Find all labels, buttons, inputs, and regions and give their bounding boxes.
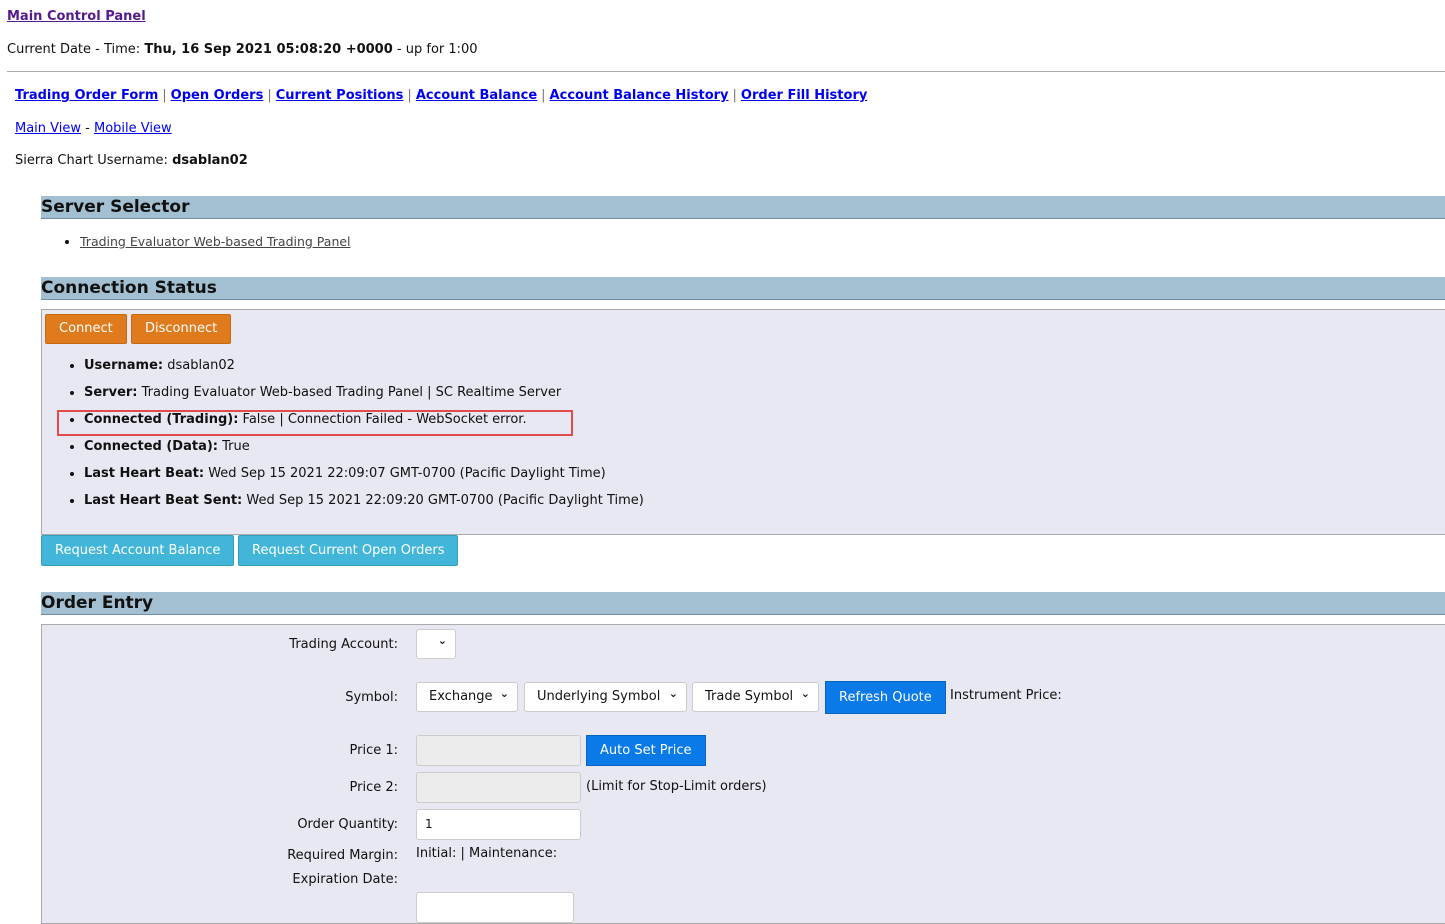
- value: Wed Sep 15 2021 22:09:20 GMT-0700 (Pacif…: [246, 493, 644, 508]
- nav-links: Trading Order Form | Open Orders | Current P…: [15, 88, 867, 103]
- username-value: dsablan02: [172, 153, 248, 168]
- info-last-heartbeat-sent: Last Heart Beat Sent: Wed Sep 15 2021 22…: [84, 493, 644, 520]
- server-selector-heading: Server Selector: [41, 196, 1445, 219]
- server-item: Trading Evaluator Web-based Trading Pane…: [80, 234, 351, 249]
- chevron-down-icon: ⌄: [668, 687, 678, 700]
- exchange-value: Exchange: [429, 689, 493, 704]
- order-entry-heading: Order Entry: [41, 592, 1445, 615]
- trade-symbol-value: Trade Symbol: [705, 689, 794, 704]
- order-quantity-input[interactable]: 1: [416, 809, 581, 840]
- refresh-quote-button[interactable]: Refresh Quote: [825, 681, 946, 714]
- symbol-label: Symbol:: [345, 690, 398, 705]
- margin-value: Initial: | Maintenance:: [416, 846, 558, 861]
- chevron-down-icon: ⌄: [499, 687, 509, 700]
- info-last-heartbeat: Last Heart Beat: Wed Sep 15 2021 22:09:0…: [84, 466, 644, 493]
- view-links: Main View - Mobile View: [15, 121, 172, 136]
- request-open-orders-button[interactable]: Request Current Open Orders: [238, 535, 459, 566]
- trading-account-label: Trading Account:: [289, 637, 398, 652]
- label: Username:: [84, 358, 164, 373]
- sep: |: [732, 88, 737, 103]
- price2-label: Price 2:: [349, 780, 399, 795]
- highlight-box: [57, 410, 573, 436]
- date-value: Thu, 16 Sep 2021 05:08:20 +0000: [144, 42, 393, 57]
- uptime: - up for 1:00: [396, 42, 478, 57]
- nav-trading-order-form[interactable]: Trading Order Form: [15, 88, 158, 103]
- username-line: Sierra Chart Username: dsablan02: [15, 153, 248, 168]
- value: True: [222, 439, 250, 454]
- mobile-view-link[interactable]: Mobile View: [94, 121, 172, 136]
- dash: -: [85, 121, 90, 136]
- exchange-select[interactable]: Exchange ⌄: [416, 682, 518, 712]
- main-control-panel-link[interactable]: Main Control Panel: [7, 9, 146, 24]
- price1-label: Price 1:: [349, 743, 399, 758]
- sep: |: [162, 88, 167, 103]
- request-account-balance-button[interactable]: Request Account Balance: [41, 535, 235, 566]
- current-date-time: Current Date - Time: Thu, 16 Sep 2021 05…: [7, 42, 478, 57]
- connection-status-heading: Connection Status: [41, 277, 1445, 300]
- required-margin-label: Required Margin:: [287, 848, 398, 863]
- order-quantity-label: Order Quantity:: [297, 817, 398, 832]
- chevron-down-icon: ⌄: [800, 687, 810, 700]
- date-label: Current Date - Time:: [7, 42, 141, 57]
- disconnect-button[interactable]: Disconnect: [131, 314, 232, 344]
- underlying-symbol-select[interactable]: Underlying Symbol ⌄: [524, 682, 687, 712]
- value: dsablan02: [167, 358, 235, 373]
- connect-button[interactable]: Connect: [45, 314, 127, 344]
- sep: |: [407, 88, 412, 103]
- underlying-value: Underlying Symbol: [537, 689, 661, 704]
- order-entry-panel: [41, 624, 1445, 924]
- value: Trading Evaluator Web-based Trading Pane…: [141, 385, 562, 400]
- info-connected-data: Connected (Data): True: [84, 439, 644, 466]
- chevron-down-icon: ⌄: [437, 634, 447, 647]
- info-username: Username: dsablan02: [84, 358, 644, 385]
- sep: |: [267, 88, 272, 103]
- server-list: Trading Evaluator Web-based Trading Pane…: [64, 234, 351, 249]
- price2-note: (Limit for Stop-Limit orders): [586, 779, 767, 794]
- price1-input[interactable]: [416, 735, 581, 766]
- auto-set-price-button[interactable]: Auto Set Price: [586, 735, 706, 766]
- instrument-price-label: Instrument Price:: [950, 688, 1062, 703]
- sep: |: [541, 88, 546, 103]
- divider: [7, 71, 1445, 72]
- label: Server:: [84, 385, 138, 400]
- nav-account-balance[interactable]: Account Balance: [416, 88, 537, 103]
- expiration-date-input[interactable]: [416, 892, 574, 923]
- trading-account-select[interactable]: ⌄: [416, 629, 456, 659]
- value: Wed Sep 15 2021 22:09:07 GMT-0700 (Pacif…: [208, 466, 606, 481]
- trade-symbol-select[interactable]: Trade Symbol ⌄: [692, 682, 819, 712]
- nav-current-positions[interactable]: Current Positions: [276, 88, 404, 103]
- main-view-link[interactable]: Main View: [15, 121, 81, 136]
- server-link[interactable]: Trading Evaluator Web-based Trading Pane…: [80, 234, 351, 249]
- price2-input[interactable]: [416, 772, 581, 803]
- label: Connected (Data):: [84, 439, 218, 454]
- connection-info: Username: dsablan02 Server: Trading Eval…: [68, 358, 644, 520]
- nav-open-orders[interactable]: Open Orders: [171, 88, 264, 103]
- label: Last Heart Beat Sent:: [84, 493, 243, 508]
- nav-order-fill-history[interactable]: Order Fill History: [741, 88, 867, 103]
- username-label: Sierra Chart Username:: [15, 153, 168, 168]
- nav-account-balance-history[interactable]: Account Balance History: [550, 88, 729, 103]
- label: Last Heart Beat:: [84, 466, 205, 481]
- info-server: Server: Trading Evaluator Web-based Trad…: [84, 385, 644, 412]
- expiration-date-label: Expiration Date:: [292, 872, 398, 887]
